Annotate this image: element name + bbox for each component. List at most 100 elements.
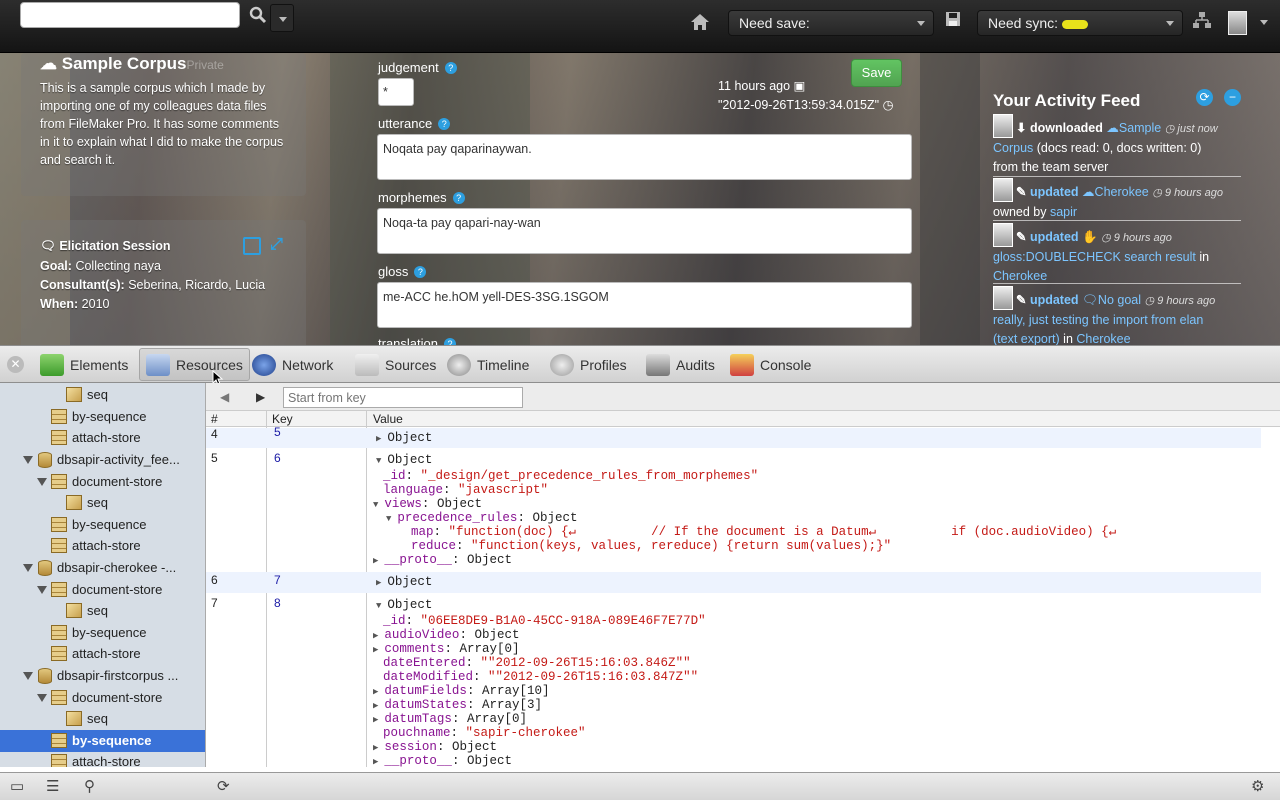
help-icon[interactable]: ? [443, 338, 456, 345]
column-header-value[interactable]: Value [373, 412, 403, 426]
collapse-triangle-icon[interactable]: ▼ [386, 514, 391, 524]
gear-icon[interactable]: ⚙ [1251, 777, 1264, 795]
tree-item-index[interactable]: seq [0, 492, 205, 514]
tree-item-store[interactable]: attach-store [0, 535, 205, 557]
tab-sources[interactable]: Sources [349, 348, 442, 381]
need-sync-dropdown[interactable]: Need sync: [977, 10, 1183, 36]
feed-link[interactable]: sapir [1050, 205, 1077, 219]
help-icon[interactable]: ? [414, 266, 427, 278]
expand-triangle-icon[interactable]: ▶ [373, 631, 378, 641]
save-disk-icon[interactable] [945, 11, 961, 27]
avatar[interactable] [993, 114, 1013, 138]
table-row[interactable]: 4 5 ▶ Object [206, 425, 1261, 448]
disclosure-triangle-icon[interactable] [23, 456, 33, 464]
disclosure-triangle-icon[interactable] [23, 672, 33, 680]
morphemes-field[interactable]: Noqa-ta pay qapari-nay-wan [377, 208, 912, 254]
tree-item-store[interactable]: document-store [0, 471, 205, 493]
search-icon[interactable] [248, 5, 268, 25]
tree-item-index[interactable]: seq [0, 600, 205, 622]
object-property[interactable]: ▶ __proto__: Object [373, 553, 512, 568]
tree-item-database[interactable]: dbsapir-activity_fee... [0, 449, 205, 471]
object-preview[interactable]: ▶ Object [376, 575, 432, 590]
gloss-field[interactable]: me-ACC he.hOM yell-DES-3SG.1SGOM [377, 282, 912, 328]
collapse-triangle-icon[interactable]: ▼ [376, 601, 381, 611]
next-page-icon[interactable]: ▶ [256, 390, 265, 404]
expand-triangle-icon[interactable]: ▶ [376, 578, 381, 588]
utterance-field[interactable]: Noqata pay qaparinaywan. [377, 134, 912, 180]
feed-link[interactable]: really, just testing the import from ela… [993, 313, 1203, 327]
expand-triangle-icon[interactable]: ▶ [373, 687, 378, 697]
refresh-icon[interactable]: ⟳ [217, 777, 230, 795]
table-row[interactable]: 7 8 ▼ Object _id: "06EE8DE9-B1A0-45CC-918… [206, 595, 1261, 767]
expand-triangle-icon[interactable]: ▶ [373, 757, 378, 767]
object-property[interactable]: ▶ session: Object [373, 740, 497, 755]
column-header-index[interactable]: # [211, 412, 218, 426]
feed-link[interactable]: Cherokee [1076, 332, 1130, 345]
tab-resources[interactable]: Resources [139, 348, 250, 381]
collapse-triangle-icon[interactable]: ▼ [376, 456, 381, 466]
object-root[interactable]: ▼ Object [376, 598, 432, 613]
chevron-down-icon[interactable] [1260, 20, 1268, 25]
console-drawer-icon[interactable]: ☰ [46, 777, 59, 795]
close-icon[interactable]: ✕ [7, 356, 24, 373]
disclosure-triangle-icon[interactable] [37, 586, 47, 594]
start-from-key-input[interactable] [283, 387, 523, 408]
search-input[interactable] [20, 2, 240, 28]
tree-item-store[interactable]: by-sequence [0, 622, 205, 644]
collapse-triangle-icon[interactable]: ▼ [373, 500, 378, 510]
object-root[interactable]: ▼ Object [376, 453, 432, 468]
feed-link[interactable]: Corpus [993, 141, 1033, 155]
user-avatar[interactable] [1228, 11, 1247, 35]
tab-profiles[interactable]: Profiles [544, 348, 633, 381]
expand-triangle-icon[interactable]: ▶ [373, 743, 378, 753]
object-property[interactable]: ▶ datumFields: Array[10] [373, 684, 549, 699]
help-icon[interactable]: ? [444, 62, 457, 74]
feed-verb-link[interactable]: updated [1030, 293, 1079, 307]
need-save-dropdown[interactable]: Need save: [728, 10, 934, 36]
object-preview[interactable]: ▶ Object [376, 431, 432, 446]
feed-target-link[interactable]: Cherokee [1095, 185, 1149, 199]
tab-audits[interactable]: Audits [640, 348, 721, 381]
collapse-icon[interactable]: − [1224, 89, 1241, 106]
object-property[interactable]: ▶ audioVideo: Object [373, 628, 519, 643]
column-header-key[interactable]: Key [272, 412, 293, 426]
sitemap-icon[interactable] [1192, 11, 1212, 29]
dock-icon[interactable]: ▭ [10, 777, 24, 795]
search-icon[interactable]: ⚲ [84, 777, 95, 795]
save-button[interactable]: Save [851, 59, 902, 87]
tree-item-store[interactable]: attach-store [0, 643, 205, 665]
disclosure-triangle-icon[interactable] [37, 694, 47, 702]
tab-console[interactable]: Console [724, 348, 817, 381]
feed-target-link[interactable]: Sample [1119, 121, 1161, 135]
tab-network[interactable]: Network [246, 348, 339, 381]
tab-timeline[interactable]: Timeline [441, 348, 535, 381]
expand-triangle-icon[interactable]: ▶ [373, 701, 378, 711]
judgement-input[interactable]: * [378, 78, 414, 106]
object-property[interactable]: ▼ precedence_rules: Object [386, 511, 577, 526]
tree-item-index[interactable]: seq [0, 708, 205, 730]
avatar[interactable] [993, 286, 1013, 310]
tree-item-store[interactable]: attach-store [0, 427, 205, 449]
edit-icon[interactable] [243, 237, 261, 255]
tree-item-store[interactable]: document-store [0, 579, 205, 601]
tree-item-store[interactable]: attach-store [0, 751, 205, 767]
tree-item-database[interactable]: dbsapir-firstcorpus ... [0, 665, 205, 687]
feed-verb-link[interactable]: updated [1030, 230, 1079, 244]
corpus-title[interactable]: Sample Corpus [62, 54, 187, 73]
feed-verb-link[interactable]: updated [1030, 185, 1079, 199]
disclosure-triangle-icon[interactable] [37, 478, 47, 486]
expand-icon[interactable]: ⤢ [270, 236, 283, 254]
table-row[interactable]: 5 6 ▼ Object _id: "_design/get_precedence… [206, 450, 1261, 571]
refresh-icon[interactable]: ⟳ [1196, 89, 1213, 106]
tree-item-store-selected[interactable]: by-sequence [0, 730, 205, 752]
tree-item-store[interactable]: document-store [0, 687, 205, 709]
help-icon[interactable]: ? [452, 192, 465, 204]
tab-elements[interactable]: Elements [34, 348, 134, 381]
feed-link[interactable]: (text export) [993, 332, 1060, 345]
table-row[interactable]: 6 7 ▶ Object [206, 572, 1261, 593]
help-icon[interactable]: ? [438, 118, 451, 130]
avatar[interactable] [993, 223, 1013, 247]
feed-link[interactable]: gloss:DOUBLECHECK search result [993, 250, 1196, 264]
feed-target-link[interactable]: No goal [1098, 293, 1141, 307]
object-property[interactable]: ▶ datumStates: Array[3] [373, 698, 542, 713]
